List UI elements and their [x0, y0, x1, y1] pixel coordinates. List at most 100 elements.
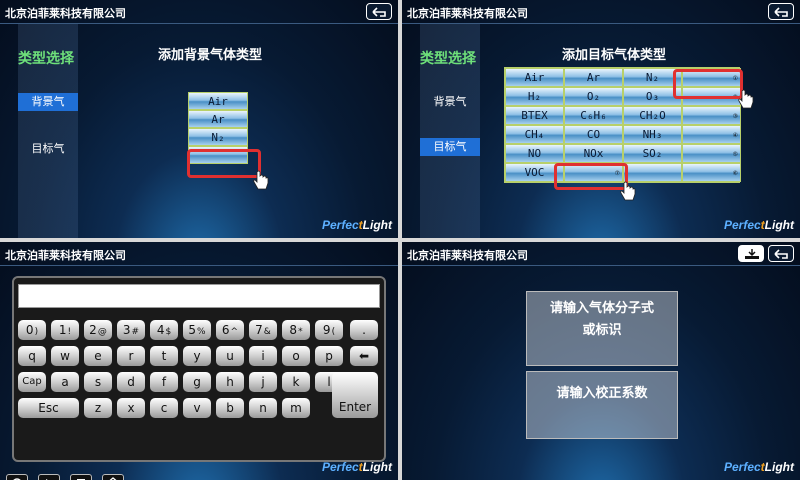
gas-cell-empty[interactable]: ③ — [682, 106, 741, 125]
home-icon — [109, 477, 117, 480]
stop-button[interactable] — [70, 474, 92, 480]
key-h[interactable]: h — [216, 372, 244, 392]
key-0[interactable]: 0) — [18, 320, 46, 340]
key-caps[interactable]: Cap — [18, 372, 46, 392]
download-icon — [745, 249, 759, 259]
pointer-hand-icon — [738, 89, 754, 109]
home-button[interactable] — [102, 474, 124, 480]
gas-cell[interactable]: CH₂O — [623, 106, 682, 125]
key-f[interactable]: f — [150, 372, 178, 392]
key-3[interactable]: 3# — [117, 320, 145, 340]
gas-cell[interactable]: Ar — [564, 68, 623, 87]
sidebar-item-target-gas[interactable]: 目标气 — [420, 138, 480, 156]
key-y[interactable]: y — [183, 346, 211, 366]
key-p[interactable]: p — [315, 346, 343, 366]
key-b[interactable]: b — [216, 398, 244, 418]
gas-cell-empty[interactable] — [623, 163, 682, 182]
key-backspace[interactable]: ⬅ — [350, 346, 378, 366]
back-button[interactable] — [768, 3, 794, 20]
key-5[interactable]: 5% — [183, 320, 211, 340]
gas-cell-empty[interactable]: ④ — [682, 125, 741, 144]
key-7[interactable]: 7& — [249, 320, 277, 340]
settings-button[interactable] — [6, 474, 28, 480]
key-n[interactable]: n — [249, 398, 277, 418]
sidebar-item-target-gas[interactable]: 目标气 — [18, 140, 78, 158]
sidebar-title: 类型选择 — [420, 51, 476, 67]
company-name: 北京泊菲莱科技有限公司 — [5, 7, 126, 20]
key-s[interactable]: s — [84, 372, 112, 392]
key-m[interactable]: m — [282, 398, 310, 418]
gas-cell[interactable]: CO — [564, 125, 623, 144]
sidebar-item-background-gas[interactable]: 背景气 — [18, 93, 78, 111]
correction-coefficient-input[interactable]: 请输入校正系数 — [526, 371, 678, 439]
gas-option-n2[interactable]: N₂ — [188, 128, 248, 146]
key-o[interactable]: o — [282, 346, 310, 366]
gas-formula-input[interactable]: 请输入气体分子式 或标识 — [526, 291, 678, 366]
gas-option-air[interactable]: Air — [188, 92, 248, 110]
formula-prompt-line1: 请输入气体分子式 — [549, 301, 654, 316]
back-button[interactable] — [366, 3, 392, 20]
perfectlight-logo: PerfectLight — [321, 460, 392, 474]
page-title: 添加背景气体类型 — [158, 48, 263, 63]
title-bar: 北京泊菲莱科技有限公司 — [402, 242, 800, 266]
key-2[interactable]: 2@ — [84, 320, 112, 340]
gas-option-ar[interactable]: Ar — [188, 110, 248, 128]
gas-cell[interactable]: O₂ — [564, 87, 623, 106]
key-4[interactable]: 4$ — [150, 320, 178, 340]
key-6[interactable]: 6^ — [216, 320, 244, 340]
selection-highlight — [673, 69, 743, 99]
key-q[interactable]: q — [18, 346, 46, 366]
key-c[interactable]: c — [150, 398, 178, 418]
key-x[interactable]: x — [117, 398, 145, 418]
key-r[interactable]: r — [117, 346, 145, 366]
key-9[interactable]: 9( — [315, 320, 343, 340]
gas-cell[interactable]: C₆H₆ — [564, 106, 623, 125]
key-8[interactable]: 8* — [282, 320, 310, 340]
key-1[interactable]: 1! — [51, 320, 79, 340]
key-v[interactable]: v — [183, 398, 211, 418]
gas-cell[interactable]: BTEX — [505, 106, 564, 125]
stop-icon — [77, 479, 85, 480]
key-esc[interactable]: Esc — [18, 398, 79, 418]
gas-cell[interactable]: NH₃ — [623, 125, 682, 144]
key-enter[interactable]: Enter — [332, 372, 378, 418]
key-t[interactable]: t — [150, 346, 178, 366]
page-title: 添加目标气体类型 — [562, 48, 667, 63]
key-k[interactable]: k — [282, 372, 310, 392]
play-icon — [46, 479, 48, 480]
gas-cell[interactable]: H₂ — [505, 87, 564, 106]
selection-highlight — [554, 163, 628, 190]
key-z[interactable]: z — [84, 398, 112, 418]
key-e[interactable]: e — [84, 346, 112, 366]
gas-cell[interactable]: CH₄ — [505, 125, 564, 144]
company-name: 北京泊菲莱科技有限公司 — [407, 249, 528, 262]
gas-cell[interactable]: NOx — [564, 144, 623, 163]
back-button[interactable] — [768, 245, 794, 262]
play-button[interactable] — [38, 474, 60, 480]
back-icon — [774, 7, 788, 17]
perfectlight-logo: PerfectLight — [723, 460, 794, 474]
key-j[interactable]: j — [249, 372, 277, 392]
key-g[interactable]: g — [183, 372, 211, 392]
gas-cell[interactable]: NO — [505, 144, 564, 163]
selection-highlight — [187, 149, 261, 178]
gas-cell[interactable]: SO₂ — [623, 144, 682, 163]
company-name: 北京泊菲莱科技有限公司 — [5, 249, 126, 262]
key-d[interactable]: d — [117, 372, 145, 392]
gas-cell-empty[interactable]: ⑥ — [682, 163, 741, 182]
pointer-hand-icon — [253, 170, 269, 190]
company-name: 北京泊菲莱科技有限公司 — [407, 7, 528, 20]
gas-cell[interactable]: Air — [505, 68, 564, 87]
key-i[interactable]: i — [249, 346, 277, 366]
save-button[interactable] — [738, 245, 764, 262]
sidebar-item-background-gas[interactable]: 背景气 — [420, 93, 480, 111]
key-w[interactable]: w — [51, 346, 79, 366]
panel-background-gas: 北京泊菲莱科技有限公司 类型选择 背景气 目标气 添加背景气体类型 Air Ar… — [0, 0, 398, 238]
back-icon — [372, 7, 386, 17]
key-u[interactable]: u — [216, 346, 244, 366]
key-a[interactable]: a — [51, 372, 79, 392]
keyboard-input-field[interactable] — [18, 284, 380, 308]
key-dot[interactable]: . — [350, 320, 378, 340]
gas-cell-empty[interactable]: ⑤ — [682, 144, 741, 163]
panel-keyboard: 北京泊菲莱科技有限公司 0) 1! 2@ 3# 4$ 5% 6^ 7& 8* 9… — [0, 242, 398, 480]
